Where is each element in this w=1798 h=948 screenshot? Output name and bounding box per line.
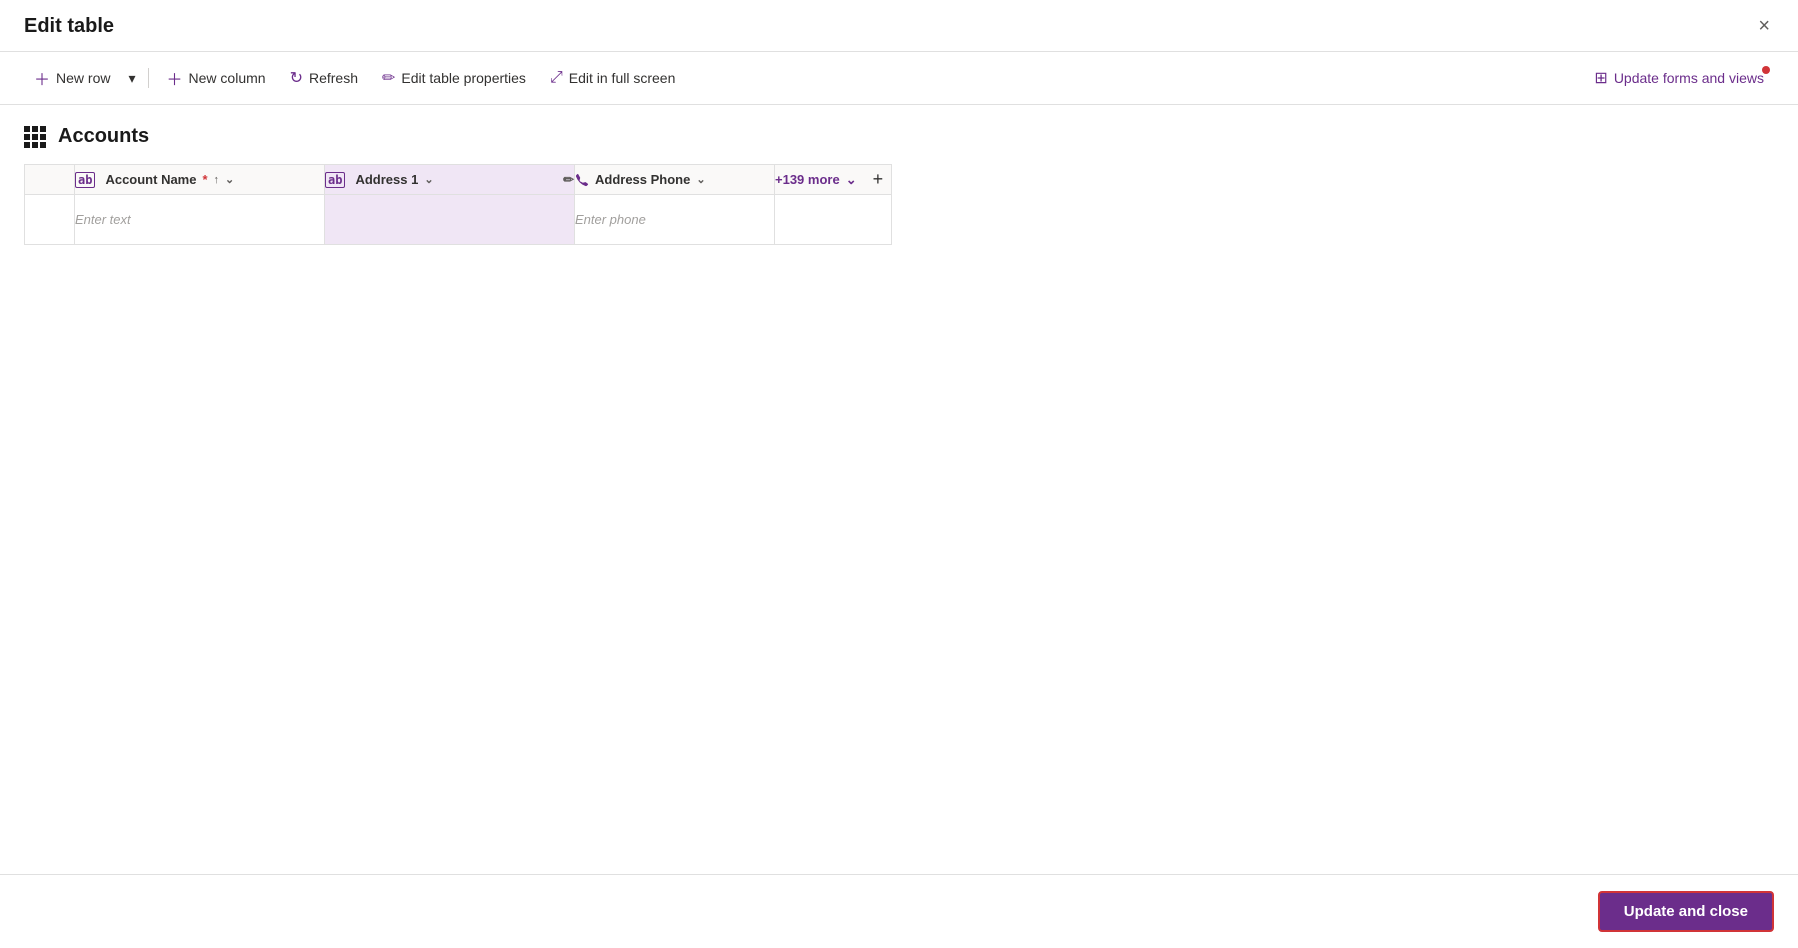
account-name-cell[interactable]: Enter text (75, 195, 325, 245)
account-name-required-star: * (202, 172, 207, 187)
update-close-button[interactable]: Update and close (1598, 891, 1774, 932)
table-row: Enter text Enter phone (25, 195, 892, 245)
notification-dot (1762, 66, 1770, 74)
address-phone-column-header[interactable]: Address Phone ⌄ (575, 165, 775, 195)
refresh-label: Refresh (309, 70, 358, 86)
plus-icon-2: ＋ (167, 66, 183, 90)
address1-chevron-icon[interactable]: ⌄ (424, 173, 433, 186)
toolbar-divider-1 (148, 68, 149, 88)
more-columns-chevron-icon: ⌄ (846, 172, 857, 188)
table-heading-text: Accounts (58, 125, 149, 148)
edit-fullscreen-label: Edit in full screen (569, 70, 676, 86)
address1-label: Address 1 (355, 172, 418, 187)
edit-table-properties-label: Edit table properties (401, 70, 526, 86)
new-column-label: New column (189, 70, 266, 86)
new-row-button[interactable]: ＋ New row (24, 60, 120, 96)
address-phone-label: Address Phone (595, 172, 690, 187)
sort-ascending-icon[interactable]: ↑ (214, 174, 220, 186)
account-name-placeholder: Enter text (75, 212, 131, 227)
account-name-column-header[interactable]: ab Account Name * ↑ ⌄ (75, 165, 325, 195)
update-forms-button[interactable]: ⊞ Update forms and views (1584, 62, 1774, 94)
more-columns-button[interactable]: +139 more ⌄ (775, 172, 857, 188)
refresh-button[interactable]: ↻ Refresh (280, 62, 368, 94)
row-number-cell (25, 195, 75, 245)
modal-header: Edit table × (0, 0, 1798, 52)
new-row-dropdown-button[interactable]: ▾ (124, 64, 139, 93)
close-button[interactable]: × (1750, 11, 1778, 42)
address-phone-placeholder: Enter phone (575, 212, 646, 227)
table-header-row: ab Account Name * ↑ ⌄ ab Address 1 ⌄ (25, 165, 892, 195)
update-forms-icon: ⊞ (1594, 68, 1607, 88)
address1-cell[interactable] (325, 195, 575, 245)
modal-title: Edit table (24, 15, 114, 38)
phone-icon (575, 173, 589, 187)
account-name-label: Account Name (105, 172, 196, 187)
account-name-field-icon: ab (75, 172, 95, 188)
new-column-button[interactable]: ＋ New column (157, 60, 276, 96)
accounts-table: ab Account Name * ↑ ⌄ ab Address 1 ⌄ (24, 164, 892, 245)
address1-column-header[interactable]: ab Address 1 ⌄ ✏ (325, 165, 575, 195)
address1-field-icon: ab (325, 172, 345, 188)
address-phone-cell[interactable]: Enter phone (575, 195, 775, 245)
fullscreen-icon: ⤢ (550, 69, 563, 87)
toolbar: ＋ New row ▾ ＋ New column ↻ Refresh ✏ Edi… (0, 52, 1798, 105)
more-columns-cell (775, 195, 892, 245)
toolbar-right: ⊞ Update forms and views (1584, 62, 1774, 94)
row-num-header (25, 165, 75, 195)
edit-table-properties-button[interactable]: ✏ Edit table properties (372, 62, 536, 94)
more-columns-header: +139 more ⌄ + (775, 165, 892, 195)
address1-edit-icon[interactable]: ✏ (563, 172, 574, 188)
grid-icon (24, 126, 46, 148)
add-column-button[interactable]: + (865, 165, 892, 194)
refresh-icon: ↻ (290, 68, 303, 88)
table-section: Accounts ab Account Name * ↑ ⌄ (0, 105, 1798, 874)
address-phone-chevron-icon[interactable]: ⌄ (696, 173, 705, 186)
edit-fullscreen-button[interactable]: ⤢ Edit in full screen (540, 63, 685, 93)
edit-icon: ✏ (382, 68, 395, 88)
new-row-label: New row (56, 70, 110, 86)
modal-footer: Update and close (0, 874, 1798, 948)
plus-icon: ＋ (34, 66, 50, 90)
account-name-chevron-icon[interactable]: ⌄ (225, 173, 234, 186)
more-columns-label: +139 more (775, 172, 840, 187)
edit-table-modal: Edit table × ＋ New row ▾ ＋ New column ↻ … (0, 0, 1798, 948)
update-forms-label: Update forms and views (1614, 70, 1764, 86)
table-heading: Accounts (24, 125, 1774, 148)
